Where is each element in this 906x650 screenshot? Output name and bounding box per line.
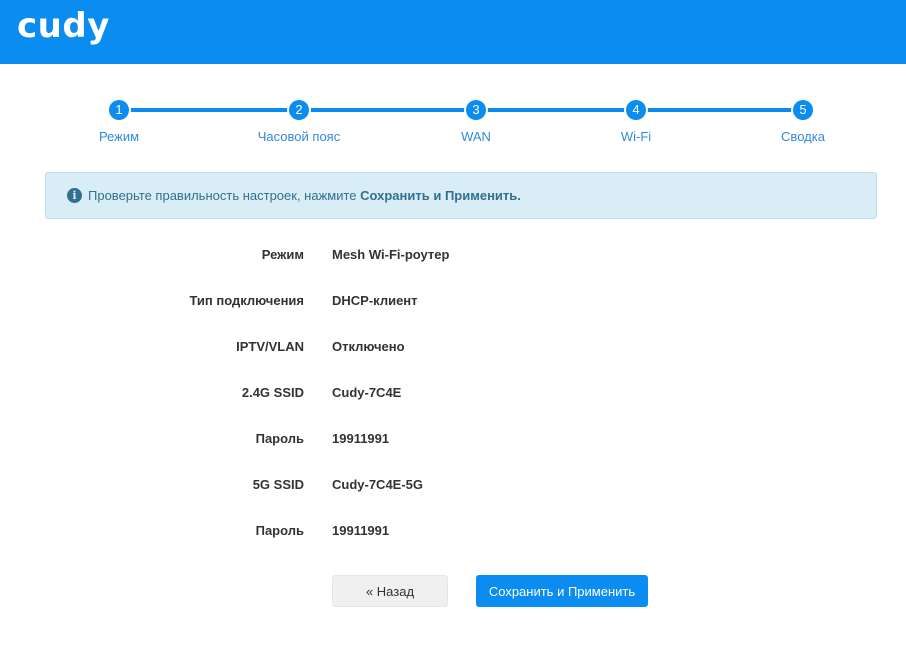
top-header: cudy	[0, 0, 906, 64]
summary-value: DHCP-клиент	[332, 293, 418, 308]
step-timezone: 2 Часовой пояс	[239, 98, 359, 144]
summary-row-connection-type: Тип подключения DHCP-клиент	[0, 290, 906, 336]
alert-text-prefix: Проверьте правильность настроек, нажмите	[88, 188, 361, 203]
step-number: 3	[466, 100, 486, 120]
back-button[interactable]: « Назад	[332, 575, 448, 607]
summary-value: Cudy-7C4E	[332, 385, 402, 400]
brand-logo: cudy	[17, 6, 110, 46]
alert-text-bold: Сохранить и Применить.	[360, 188, 521, 203]
summary-label: Режим	[261, 247, 304, 262]
summary-row-ssid-5g: 5G SSID Cudy-7C4E-5G	[0, 474, 906, 520]
alert-message: Проверьте правильность настроек, нажмите…	[88, 188, 521, 203]
setup-stepper: 1 Режим 2 Часовой пояс 3 WAN 4 Wi-Fi 5 С…	[0, 98, 906, 158]
step-number: 1	[109, 100, 129, 120]
step-number: 2	[289, 100, 309, 120]
summary-row-ssid-24g: 2.4G SSID Cudy-7C4E	[0, 382, 906, 428]
summary-row-mode: Режим Mesh Wi-Fi-роутер	[0, 244, 906, 290]
summary-row-iptv-vlan: IPTV/VLAN Отключено	[0, 336, 906, 382]
summary-label: 5G SSID	[252, 477, 304, 492]
summary-value: Отключено	[332, 339, 405, 354]
save-apply-button[interactable]: Сохранить и Применить	[476, 575, 648, 607]
step-label: Режим	[98, 129, 140, 144]
summary-label: Пароль	[255, 523, 304, 538]
step-wifi: 4 Wi-Fi	[576, 98, 696, 144]
step-label: Часовой пояс	[257, 129, 341, 144]
step-label: WAN	[461, 129, 491, 144]
step-label: Сводка	[781, 129, 825, 144]
summary-row-password-5g: Пароль 19911991	[0, 520, 906, 566]
summary-value: Cudy-7C4E-5G	[332, 477, 424, 492]
settings-summary: Режим Mesh Wi-Fi-роутер Тип подключения …	[0, 244, 906, 566]
step-mode: 1 Режим	[59, 98, 179, 144]
step-number: 4	[626, 100, 646, 120]
summary-label: 2.4G SSID	[241, 385, 304, 400]
summary-row-password-24g: Пароль 19911991	[0, 428, 906, 474]
summary-label: IPTV/VLAN	[236, 339, 304, 354]
step-wan: 3 WAN	[416, 98, 536, 144]
info-alert: i Проверьте правильность настроек, нажми…	[45, 172, 877, 219]
step-label: Wi-Fi	[620, 129, 652, 144]
summary-label: Тип подключения	[189, 293, 304, 308]
summary-value: 19911991	[332, 523, 390, 538]
step-summary: 5 Сводка	[743, 98, 863, 144]
summary-value: Mesh Wi-Fi-роутер	[332, 247, 450, 262]
info-icon: i	[67, 188, 82, 203]
summary-value: 19911991	[332, 431, 390, 446]
summary-label: Пароль	[255, 431, 304, 446]
step-number: 5	[793, 100, 813, 120]
